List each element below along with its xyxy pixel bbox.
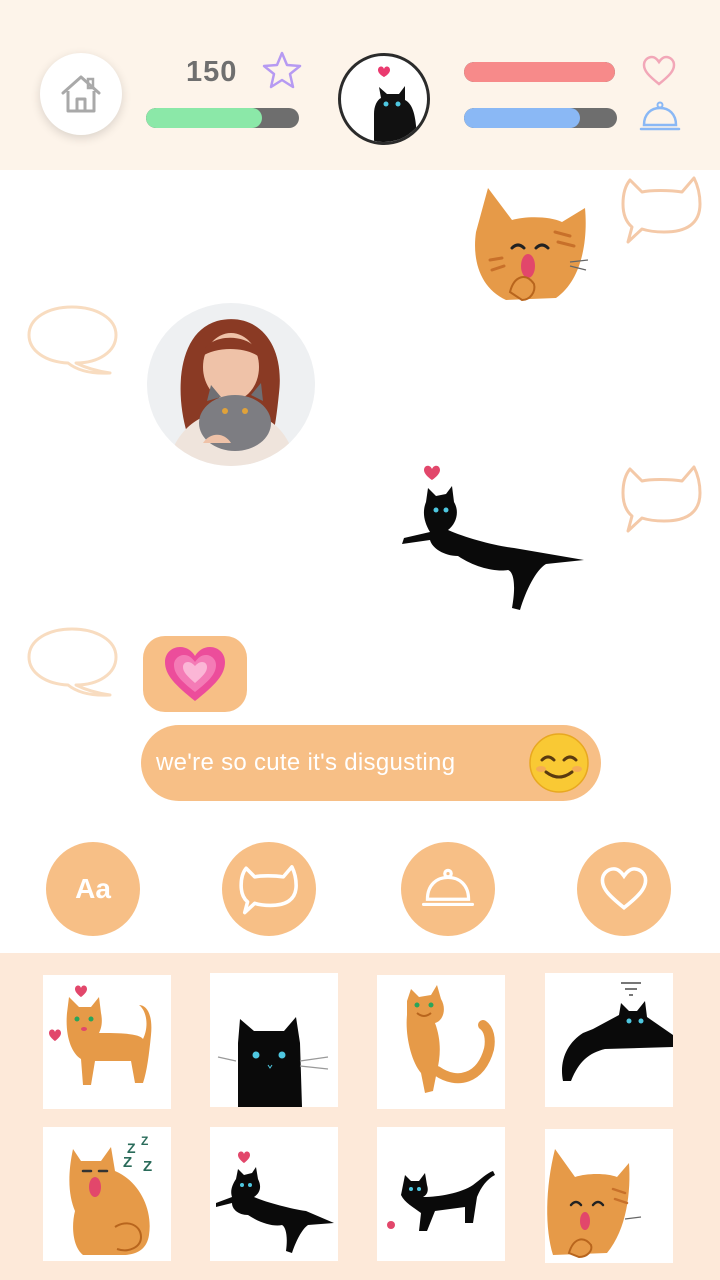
score-value: 150: [186, 56, 238, 88]
health-bar: [464, 62, 615, 82]
food-cloche-icon: [421, 868, 475, 907]
cat-speech-button[interactable]: [222, 842, 316, 936]
speech-bubble-icon[interactable]: [26, 625, 120, 699]
orange-cat-laughing-sticker: [475, 188, 589, 302]
sticker-black-cat-walking-yarn[interactable]: [377, 1127, 505, 1261]
sticker-orange-cat-sleeping[interactable]: Z Z Z Z: [43, 1127, 171, 1261]
home-button[interactable]: [40, 53, 122, 135]
cat-speech-bubble-icon[interactable]: [620, 172, 704, 246]
heart-outline-icon: [600, 867, 648, 910]
text-input-button[interactable]: Aa: [46, 842, 140, 936]
sticker-orange-cat-laughing[interactable]: [545, 1129, 673, 1263]
heart-outline-icon: [642, 55, 676, 86]
text-button-label: Aa: [75, 873, 111, 904]
sticker-tray: Z Z Z Z: [0, 953, 720, 1280]
sticker-black-cat-floating-heart[interactable]: [210, 1127, 338, 1261]
sticker-black-cat-lying[interactable]: [545, 973, 673, 1107]
heart-emoji: [165, 647, 225, 701]
feed-button[interactable]: [401, 842, 495, 936]
svg-text:Z: Z: [143, 1158, 152, 1175]
home-icon: [61, 75, 101, 113]
black-cat-floating-sticker: [402, 465, 584, 610]
smiling-face-emoji: [529, 733, 589, 793]
xp-bar: [146, 108, 299, 128]
speech-bubble-icon[interactable]: [26, 303, 120, 377]
sticker-orange-cat-hearts[interactable]: [43, 975, 171, 1109]
text-message-bubble: we're so cute it's disgusting: [141, 725, 601, 801]
svg-text:Z: Z: [141, 1134, 148, 1148]
heart-message-bubble: [143, 636, 247, 712]
sticker-orange-cat-playing[interactable]: [377, 975, 505, 1109]
pet-avatar[interactable]: [338, 53, 430, 145]
status-header: 150: [0, 0, 720, 170]
cat-speech-bubble-icon[interactable]: [620, 461, 704, 535]
star-icon: [262, 51, 302, 89]
love-button[interactable]: [577, 842, 671, 936]
svg-text:Z: Z: [123, 1154, 132, 1171]
message-text: we're so cute it's disgusting: [156, 749, 456, 776]
cat-speech-icon: [239, 865, 298, 915]
food-bar: [464, 108, 617, 128]
user-photo: [147, 303, 315, 466]
sticker-black-cat-sitting[interactable]: [210, 973, 338, 1107]
food-cloche-icon: [639, 101, 681, 131]
